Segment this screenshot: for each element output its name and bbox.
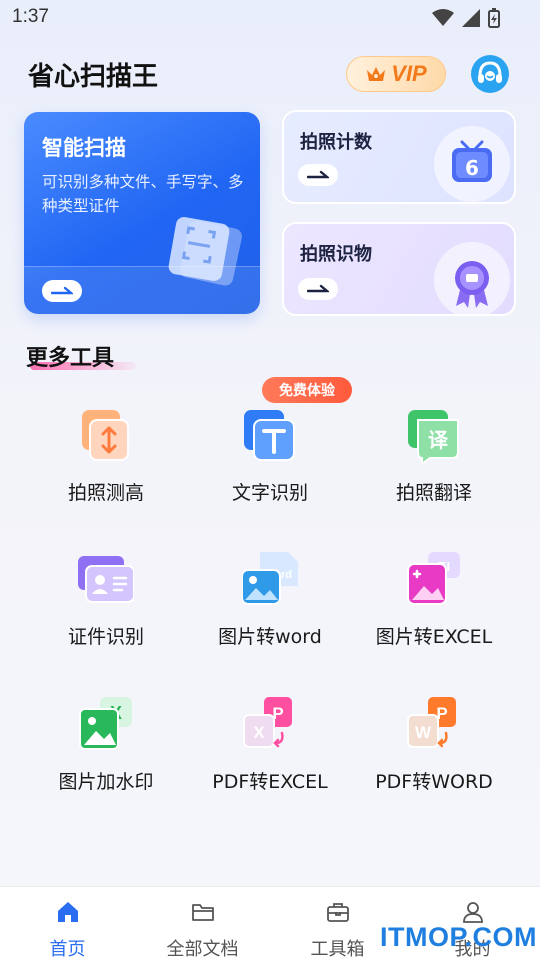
word-glyph: W — [415, 723, 432, 742]
vip-label: VIP — [391, 61, 427, 86]
tool-label: PDF转WORD — [375, 771, 493, 793]
photo-count-title: 拍照计数 — [300, 132, 372, 153]
nav-home[interactable]: 首页 — [0, 887, 135, 960]
arrow-right-icon — [51, 286, 73, 295]
status-icons — [432, 8, 500, 28]
translate-glyph: 译 — [428, 428, 449, 452]
folder-icon — [192, 904, 214, 921]
tool-pdf-to-excel[interactable]: P X PDF转EXCEL — [190, 697, 350, 797]
photo-count-go-button[interactable] — [298, 164, 338, 186]
site-watermark: ITMOP.COM — [380, 922, 538, 952]
tool-text-recognition[interactable]: 文字识别 — [190, 408, 350, 508]
more-tools-heading: 更多工具 — [26, 340, 136, 372]
photo-count-card[interactable]: 拍照计数 6 — [282, 110, 516, 204]
translate-icon: 译 — [408, 410, 459, 464]
app-title: 省心扫描王 — [28, 62, 159, 92]
smart-scan-go-button[interactable] — [42, 280, 82, 302]
wifi-icon — [432, 9, 454, 26]
object-badge-icon — [434, 242, 510, 314]
status-bar: 1:37 — [0, 0, 540, 36]
tool-label: 图片转EXCEL — [375, 626, 493, 648]
smart-scan-title: 智能扫描 — [42, 136, 126, 160]
headset-icon — [471, 55, 509, 93]
pdf-to-excel-icon: P X — [243, 697, 292, 748]
text-recognition-icon — [244, 410, 295, 461]
tool-image-watermark[interactable]: X 图片加水印 — [26, 697, 186, 797]
arrow-right-icon — [307, 170, 329, 179]
smart-scan-card[interactable]: 智能扫描 可识别多种文件、手写字、多种类型证件 — [24, 112, 260, 314]
counter-number: 6 — [465, 156, 479, 180]
tool-label: 图片转word — [218, 626, 322, 648]
nav-label: 首页 — [49, 939, 86, 960]
photo-object-go-button[interactable] — [298, 278, 338, 300]
image-watermark-icon: X — [79, 697, 132, 750]
image-to-word-icon: Word — [242, 552, 298, 605]
tool-label: 文字识别 — [231, 482, 308, 504]
photo-object-title: 拍照识物 — [300, 244, 372, 265]
pdf-to-word-icon: P W — [407, 697, 456, 748]
tool-label: PDF转EXCEL — [212, 771, 328, 793]
excel-glyph: X — [253, 723, 265, 742]
tool-pdf-to-word[interactable]: P W PDF转WORD — [354, 697, 514, 797]
home-icon — [58, 902, 78, 922]
nav-label: 全部文档 — [166, 939, 239, 960]
status-time: 1:37 — [12, 6, 49, 27]
height-measure-icon — [82, 410, 129, 461]
tool-id-recognition[interactable]: 证件识别 — [26, 552, 186, 652]
more-tools-title: 更多工具 — [26, 346, 115, 371]
tool-label: 图片加水印 — [58, 771, 154, 793]
free-trial-badge: 免费体验 — [262, 377, 352, 403]
arrow-right-icon — [307, 284, 329, 293]
crown-icon — [367, 67, 386, 81]
tool-label: 拍照翻译 — [395, 482, 472, 504]
customer-service-button[interactable] — [470, 54, 510, 94]
nav-all-documents[interactable]: 全部文档 — [135, 887, 270, 960]
tool-label: 拍照测高 — [67, 482, 144, 504]
vip-button[interactable]: VIP — [346, 56, 446, 92]
id-card-icon — [78, 556, 134, 603]
tool-photo-height[interactable]: 拍照测高 — [26, 408, 186, 508]
tool-image-to-word[interactable]: Word 图片转word — [190, 552, 350, 652]
photo-object-card[interactable]: 拍照识物 — [282, 222, 516, 316]
tool-image-to-excel[interactable]: EI 图片转EXCEL — [354, 552, 514, 652]
tool-label: 证件识别 — [67, 626, 144, 648]
toolbox-icon — [327, 903, 349, 922]
battery-icon — [488, 8, 500, 28]
signal-icon — [462, 9, 480, 27]
tool-photo-translate[interactable]: 译 拍照翻译 — [354, 408, 514, 508]
image-to-excel-icon: EI — [407, 552, 460, 605]
